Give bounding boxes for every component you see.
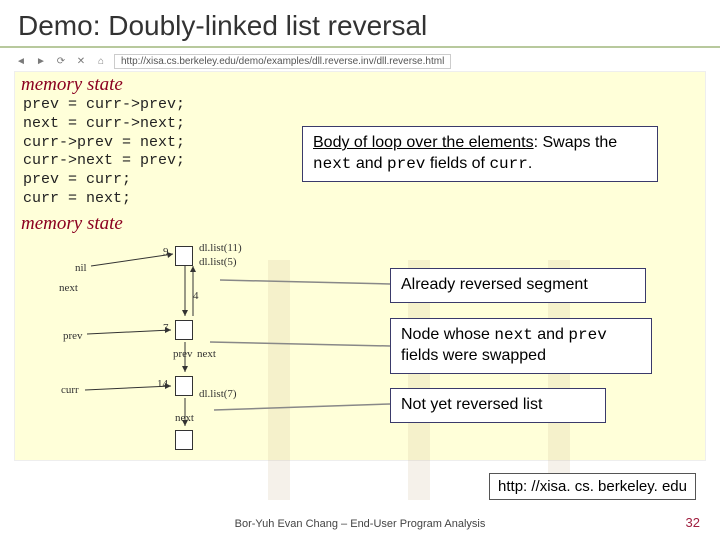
callout-swapped-node: Node whose next and prev fields were swa…: [390, 318, 652, 374]
next-field-label: next: [175, 412, 194, 424]
page-number: 32: [686, 515, 700, 530]
node-box: [175, 430, 193, 450]
next-field-label: next: [197, 348, 216, 360]
callout-text: Already reversed segment: [401, 276, 588, 293]
node-value: 14: [157, 378, 168, 390]
code-inline: prev: [387, 155, 425, 173]
url-callout: http: //xisa. cs. berkeley. edu: [489, 473, 696, 500]
dlist-label: dl.list(11): [199, 242, 242, 254]
callout-text: Node whose: [401, 326, 494, 343]
callout-text: and: [533, 326, 569, 343]
curr-label: curr: [61, 384, 79, 396]
prev-field-label: prev: [173, 348, 193, 360]
callout-reversed-segment: Already reversed segment: [390, 268, 646, 303]
callout-text: fields were swapped: [401, 347, 546, 364]
next-label: next: [59, 282, 78, 294]
slide-footer: Bor-Yuh Evan Chang – End-User Program An…: [0, 518, 720, 530]
code-inline: curr: [489, 155, 527, 173]
back-icon[interactable]: ◄: [14, 55, 28, 69]
callout-not-reversed: Not yet reversed list: [390, 388, 606, 423]
callout-text: fields of: [425, 155, 489, 172]
node-value: 7: [163, 322, 169, 334]
callout-text: Not yet reversed list: [401, 396, 542, 413]
code-inline: prev: [568, 326, 606, 344]
dlist-label: dl.list(7): [199, 388, 237, 400]
reload-icon[interactable]: ⟳: [54, 55, 68, 69]
prev-label: prev: [63, 330, 83, 342]
callout-loop-body: Body of loop over the elements: Swaps th…: [302, 126, 658, 182]
callout-text: : Swaps the: [534, 134, 618, 151]
code-inline: next: [313, 155, 351, 173]
callout-text: and: [351, 155, 387, 172]
node-box: [175, 246, 193, 266]
browser-toolbar: ◄ ► ⟳ ✕ ⌂ http://xisa.cs.berkeley.edu/de…: [14, 54, 706, 69]
nil-label: nil: [75, 262, 87, 274]
callout-heading: Body of loop over the elements: [313, 134, 534, 151]
forward-icon[interactable]: ►: [34, 55, 48, 69]
callout-text: .: [528, 155, 532, 172]
home-icon[interactable]: ⌂: [94, 55, 108, 69]
memory-state-heading-2: memory state: [15, 211, 705, 235]
stop-icon[interactable]: ✕: [74, 55, 88, 69]
code-inline: next: [494, 326, 532, 344]
decorative-stripe: [268, 260, 290, 500]
dlist-label: dl.list(5): [199, 256, 237, 268]
url-bar[interactable]: http://xisa.cs.berkeley.edu/demo/example…: [114, 54, 451, 69]
slide-title: Demo: Doubly-linked list reversal: [0, 0, 720, 48]
memory-state-heading-1: memory state: [15, 72, 705, 96]
node-value: 4: [193, 290, 199, 302]
node-value: 9: [163, 246, 169, 258]
node-box: [175, 320, 193, 340]
node-box: [175, 376, 193, 396]
